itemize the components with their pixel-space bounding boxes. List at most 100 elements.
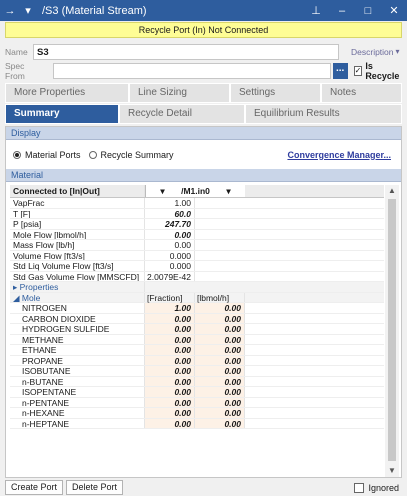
is-recycle-checkbox[interactable]: ✓ bbox=[353, 66, 363, 76]
property-row: Std Gas Volume Flow [MMSCFD] 2.0079E-42 bbox=[10, 271, 384, 282]
component-flow[interactable]: 0.00 bbox=[195, 376, 245, 386]
component-row: n-HEPTANE 0.00 0.00 bbox=[10, 418, 384, 429]
tab-more-properties[interactable]: More Properties bbox=[5, 83, 129, 103]
component-fraction[interactable]: 0.00 bbox=[145, 366, 195, 376]
component-fraction[interactable]: 0.00 bbox=[145, 313, 195, 323]
property-value[interactable]: 0.000 bbox=[145, 250, 195, 260]
component-fraction[interactable]: 0.00 bbox=[145, 345, 195, 355]
component-fraction[interactable]: 0.00 bbox=[145, 355, 195, 365]
component-row: ETHANE 0.00 0.00 bbox=[10, 345, 384, 356]
component-flow[interactable]: 0.00 bbox=[195, 355, 245, 365]
component-row: HYDROGEN SULFIDE 0.00 0.00 bbox=[10, 324, 384, 335]
property-value[interactable]: 0.000 bbox=[145, 261, 195, 271]
spec-from-input[interactable] bbox=[52, 63, 331, 79]
tab-line-sizing[interactable]: Line Sizing bbox=[129, 83, 230, 103]
component-name: NITROGEN bbox=[10, 303, 145, 313]
property-row: VapFrac 1.00 bbox=[10, 198, 384, 209]
recycle-summary-radio[interactable] bbox=[88, 150, 97, 159]
property-value[interactable]: 60.0 bbox=[145, 208, 195, 218]
component-name: ISOPENTANE bbox=[10, 387, 145, 397]
property-label: Mass Flow [lb/h] bbox=[10, 240, 145, 250]
maximize-icon[interactable]: □ bbox=[355, 5, 381, 17]
material-ports-radio[interactable] bbox=[13, 150, 21, 159]
stream-column-header[interactable]: ▾ /M1.in0 ▾ bbox=[145, 185, 245, 197]
component-fraction[interactable]: 0.00 bbox=[145, 334, 195, 344]
property-value[interactable]: 247.70 bbox=[145, 219, 195, 229]
window-title: /S3 (Material Stream) bbox=[42, 4, 147, 17]
component-name: HYDROGEN SULFIDE bbox=[10, 324, 145, 334]
component-fraction[interactable]: 0.00 bbox=[145, 418, 195, 428]
pin-icon[interactable]: ⊥ bbox=[303, 4, 329, 17]
is-recycle-label: Is Recycle bbox=[365, 61, 400, 81]
delete-port-button[interactable]: Delete Port bbox=[66, 480, 124, 495]
component-flow[interactable]: 0.00 bbox=[195, 418, 245, 428]
minimize-icon[interactable]: – bbox=[329, 5, 355, 17]
scroll-thumb[interactable] bbox=[388, 199, 396, 461]
property-value[interactable]: 1.00 bbox=[145, 198, 195, 208]
component-fraction[interactable]: 0.00 bbox=[145, 376, 195, 386]
component-row: NITROGEN 1.00 0.00 bbox=[10, 303, 384, 314]
mole-group-row[interactable]: ◢ Mole [Fraction] [lbmol/h] bbox=[10, 292, 384, 303]
stream-dropdown-left-icon[interactable]: ▾ bbox=[146, 185, 179, 197]
vertical-scrollbar[interactable]: ▲ ▼ bbox=[385, 185, 399, 477]
component-name: CARBON DIOXIDE bbox=[10, 313, 145, 323]
display-section-header: Display bbox=[6, 127, 401, 140]
close-icon[interactable]: ✕ bbox=[381, 4, 407, 17]
component-name: n-BUTANE bbox=[10, 376, 145, 386]
tab-notes[interactable]: Notes bbox=[321, 83, 402, 103]
convergence-manager-link[interactable]: Convergence Manager... bbox=[287, 150, 391, 160]
tab-settings[interactable]: Settings bbox=[230, 83, 321, 103]
component-flow[interactable]: 0.00 bbox=[195, 397, 245, 407]
scroll-down-icon[interactable]: ▼ bbox=[385, 465, 399, 477]
browse-button[interactable]: ... bbox=[332, 63, 348, 79]
scroll-up-icon[interactable]: ▲ bbox=[385, 185, 399, 197]
property-label: Volume Flow [ft3/s] bbox=[10, 250, 145, 260]
component-flow[interactable]: 0.00 bbox=[195, 334, 245, 344]
fraction-column-header: [Fraction] bbox=[145, 292, 195, 302]
name-input[interactable]: S3 bbox=[33, 43, 339, 60]
component-flow[interactable]: 0.00 bbox=[195, 345, 245, 355]
component-rows: NITROGEN 1.00 0.00 CARBON DIOXIDE 0.00 0.00 HY… bbox=[10, 303, 384, 429]
bottom-bar: Create Port Delete Port Ignored bbox=[0, 479, 407, 496]
flow-column-header: [lbmol/h] bbox=[195, 292, 245, 302]
tab-summary[interactable]: Summary bbox=[5, 104, 119, 124]
component-fraction[interactable]: 0.00 bbox=[145, 408, 195, 418]
component-flow[interactable]: 0.00 bbox=[195, 387, 245, 397]
name-label: Name bbox=[5, 46, 28, 57]
component-fraction[interactable]: 1.00 bbox=[145, 303, 195, 313]
property-rows: VapFrac 1.00 T [F] 60.0 P [psia] 247.70 Mole F… bbox=[10, 198, 384, 282]
component-fraction[interactable]: 0.00 bbox=[145, 324, 195, 334]
property-row: Mole Flow [lbmol/h] 0.00 bbox=[10, 229, 384, 240]
ignored-toggle[interactable]: Ignored bbox=[354, 482, 399, 493]
stream-name: /M1.in0 bbox=[181, 186, 210, 196]
ignored-checkbox[interactable] bbox=[354, 482, 365, 493]
component-fraction[interactable]: 0.00 bbox=[145, 387, 195, 397]
expand-arrow-icon[interactable]: ▸ bbox=[13, 282, 20, 292]
tab-recycle-detail[interactable]: Recycle Detail bbox=[119, 104, 245, 124]
tab-equilibrium-results[interactable]: Equilibrium Results bbox=[245, 104, 402, 124]
component-flow[interactable]: 0.00 bbox=[195, 324, 245, 334]
chevron-down-icon[interactable]: ▾ bbox=[396, 47, 400, 56]
properties-group-row[interactable]: ▸ Properties bbox=[10, 282, 384, 293]
component-name: n-HEPTANE bbox=[10, 418, 145, 428]
property-row: Std Liq Volume Flow [ft3/s] 0.000 bbox=[10, 261, 384, 272]
summary-panel: Display Material Ports Recycle Summary C… bbox=[5, 126, 402, 478]
property-value[interactable]: 0.00 bbox=[145, 229, 195, 239]
property-value[interactable]: 2.0079E-42 bbox=[145, 271, 195, 281]
create-port-button[interactable]: Create Port bbox=[5, 480, 64, 495]
ignored-label: Ignored bbox=[368, 482, 399, 493]
stream-dropdown-right-icon[interactable]: ▾ bbox=[212, 185, 245, 197]
component-row: n-HEXANE 0.00 0.00 bbox=[10, 408, 384, 419]
property-label: Std Liq Volume Flow [ft3/s] bbox=[10, 261, 145, 271]
component-name: n-PENTANE bbox=[10, 397, 145, 407]
component-flow[interactable]: 0.00 bbox=[195, 408, 245, 418]
component-flow[interactable]: 0.00 bbox=[195, 366, 245, 376]
collapse-arrow-icon[interactable]: ◢ bbox=[13, 293, 22, 303]
component-flow[interactable]: 0.00 bbox=[195, 303, 245, 313]
component-fraction[interactable]: 0.00 bbox=[145, 397, 195, 407]
property-value[interactable]: 0.00 bbox=[145, 240, 195, 250]
description-link[interactable]: Description bbox=[351, 47, 394, 57]
stream-menu-icon[interactable]: ▾ bbox=[20, 4, 36, 17]
component-flow[interactable]: 0.00 bbox=[195, 313, 245, 323]
arrow-icon[interactable]: → bbox=[0, 5, 20, 17]
